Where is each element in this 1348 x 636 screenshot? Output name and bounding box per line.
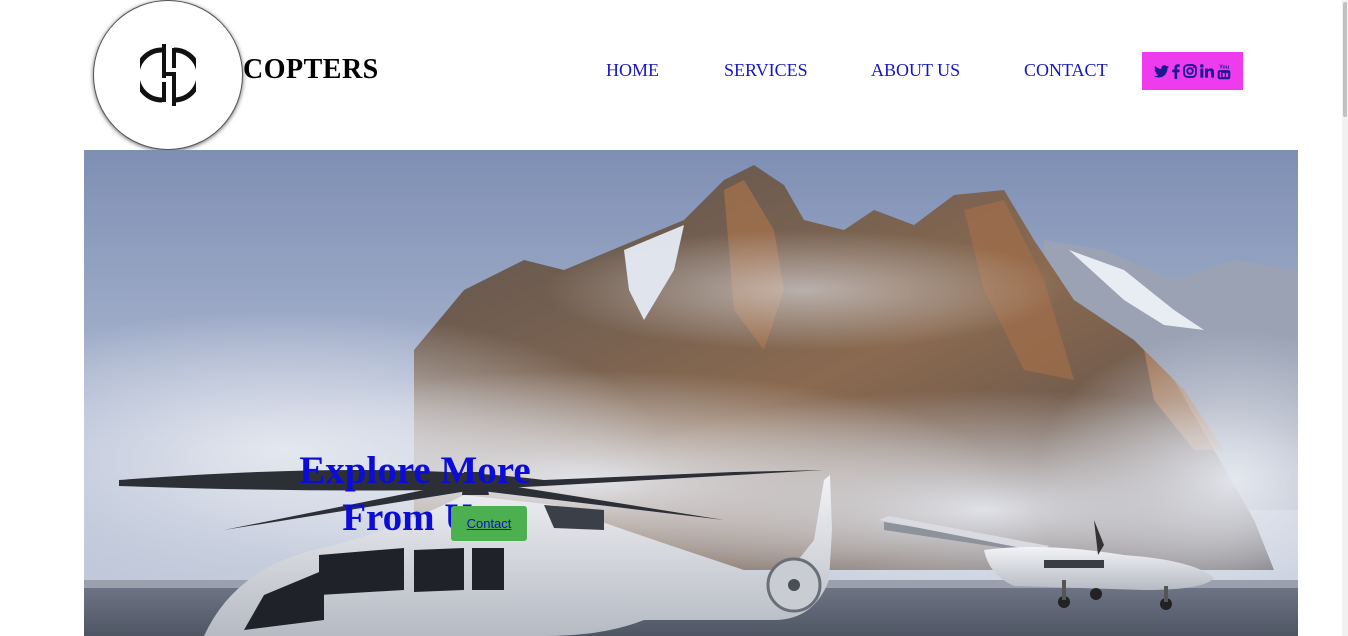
hc-monogram-icon	[140, 44, 196, 106]
twitter-icon[interactable]	[1154, 64, 1169, 78]
brand-name: COPTERS	[243, 54, 379, 85]
youtube-icon[interactable]: You	[1217, 63, 1231, 80]
nav-about-us[interactable]: ABOUT US	[871, 60, 960, 81]
social-links: You	[1142, 52, 1243, 90]
hero-banner	[84, 150, 1298, 636]
instagram-icon[interactable]	[1183, 64, 1197, 78]
nav-contact[interactable]: CONTACT	[1024, 60, 1108, 81]
scrollbar-thumb[interactable]	[1343, 2, 1347, 117]
hero-image	[84, 150, 1298, 636]
svg-text:You: You	[1219, 64, 1230, 70]
nav-home[interactable]: HOME	[606, 60, 659, 81]
linkedin-icon[interactable]	[1200, 64, 1214, 78]
hero-contact-button[interactable]: Contact	[451, 506, 527, 541]
nav-services[interactable]: SERVICES	[724, 60, 808, 81]
facebook-icon[interactable]	[1172, 63, 1180, 79]
page-scrollbar[interactable]	[1342, 0, 1348, 636]
hero-title-line-1: Explore More	[299, 449, 531, 492]
logo[interactable]	[93, 0, 243, 150]
